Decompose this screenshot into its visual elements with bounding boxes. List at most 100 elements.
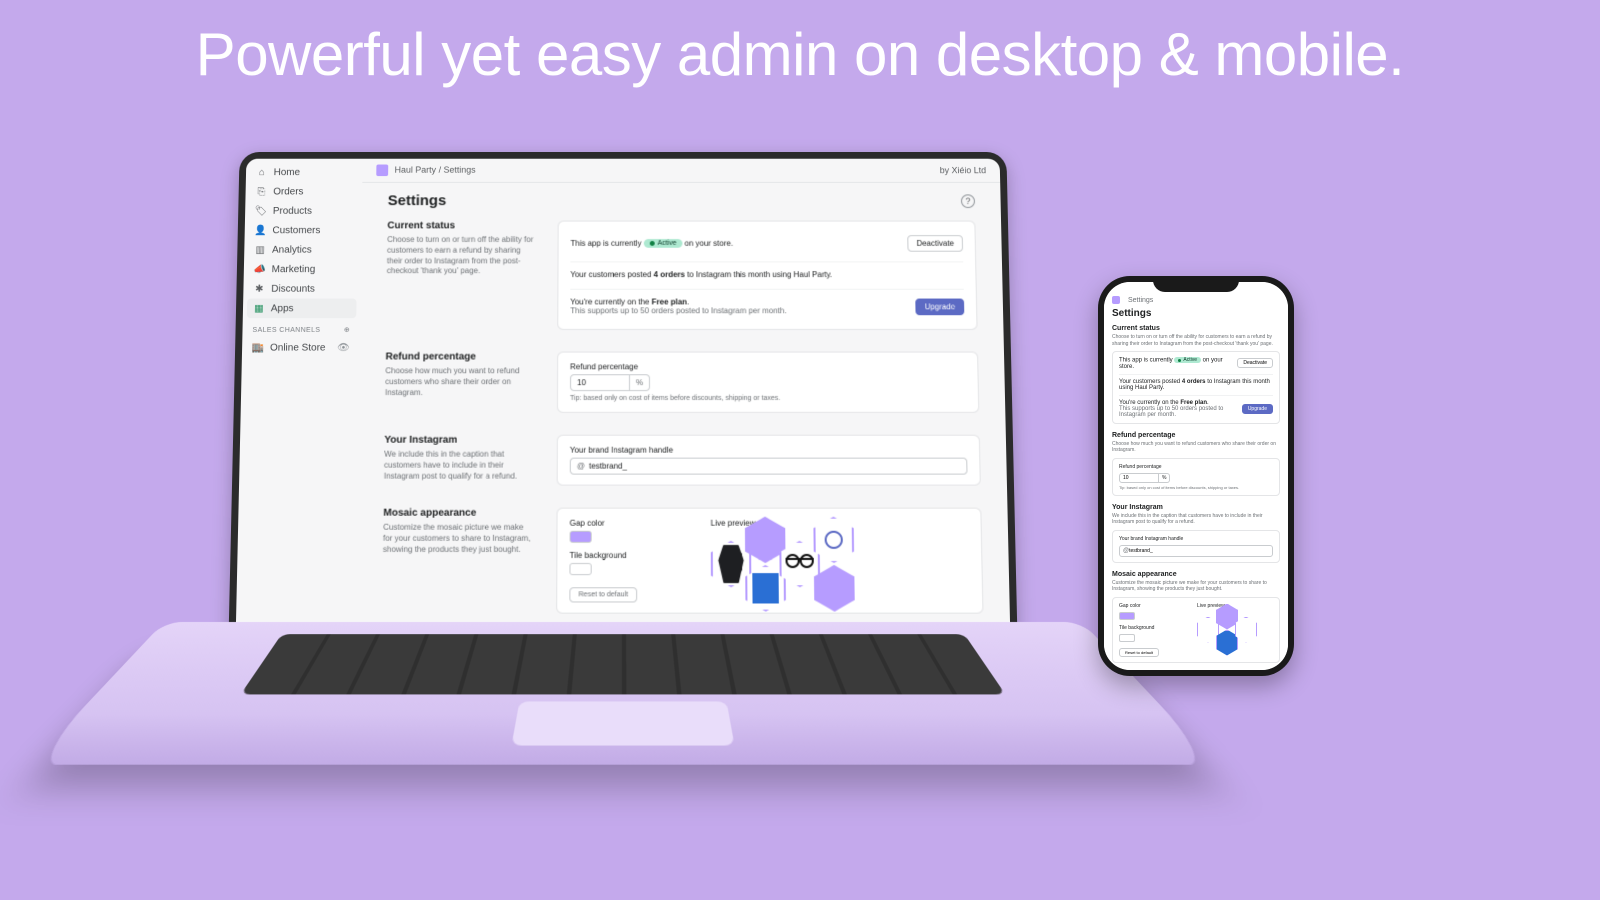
section-mosaic: Mosaic appearance Customize the mosaic p… — [1112, 571, 1280, 663]
add-channel-icon[interactable]: ⊕ — [344, 326, 350, 334]
sidebar-item-orders[interactable]: ⎘ Orders — [245, 182, 362, 201]
plan-line: You're currently on the Free plan. This … — [1119, 400, 1242, 418]
section-desc: Choose how much you want to refund custo… — [1112, 441, 1280, 454]
section-current-status: Current status Choose to turn on or turn… — [1112, 325, 1280, 424]
sidebar-item-customers[interactable]: 👤 Customers — [245, 221, 362, 240]
sidebar-item-label: Marketing — [272, 264, 316, 275]
instagram-label: Your brand Instagram handle — [1119, 536, 1273, 542]
section-heading: Refund percentage — [385, 352, 533, 363]
reset-to-default-button[interactable]: Reset to default — [1119, 648, 1159, 657]
section-desc: We include this in the caption that cust… — [384, 450, 533, 482]
mosaic-live-preview — [711, 531, 833, 602]
orders-icon: ⎘ — [255, 186, 267, 198]
store-icon: 🏬 — [252, 342, 264, 354]
gap-color-label: Gap color — [1119, 603, 1189, 609]
sidebar: ⌂ Home ⎘ Orders 🏷 Products 👤 Customers ▥ Anal… — [235, 159, 362, 644]
percent-suffix: % — [630, 374, 650, 391]
tile-bg-swatch[interactable] — [569, 563, 591, 575]
section-instagram: Your Instagram We include this in the ca… — [384, 435, 981, 486]
breadcrumb-app[interactable]: Haul Party — [395, 165, 437, 175]
person-icon: 👤 — [255, 224, 267, 236]
section-heading: Current status — [387, 221, 534, 232]
tile-bg-swatch[interactable] — [1119, 634, 1135, 642]
instagram-label: Your brand Instagram handle — [570, 446, 967, 455]
sidebar-item-marketing[interactable]: 📣Marketing — [244, 259, 361, 279]
discount-icon: ✱ — [253, 283, 265, 295]
upgrade-button[interactable]: Upgrade — [1242, 404, 1273, 414]
apps-icon: ▦ — [253, 302, 265, 314]
section-refund: Refund percentage Choose how much you wa… — [385, 352, 980, 413]
sidebar-item-label: Apps — [271, 303, 294, 314]
sidebar-item-label: Customers — [272, 225, 320, 236]
admin-app: ⌂ Home ⎘ Orders 🏷 Products 👤 Customers ▥ Anal… — [235, 159, 1010, 644]
analytics-icon: ▥ — [254, 244, 266, 256]
mosaic-live-preview — [1197, 612, 1257, 648]
section-desc: Choose how much you want to refund custo… — [385, 366, 533, 398]
gap-color-label: Gap color — [570, 519, 691, 528]
section-desc: Customize the mosaic picture we make for… — [383, 523, 533, 556]
status-line: This app is currently Active on your sto… — [570, 239, 733, 248]
status-badge: Active — [1174, 357, 1201, 363]
at-prefix: @ — [571, 462, 589, 471]
deactivate-button[interactable]: Deactivate — [907, 235, 963, 252]
instagram-handle-input[interactable] — [1129, 548, 1269, 554]
usage-line: Your customers posted 4 orders to Instag… — [570, 270, 832, 279]
sidebar-item-discounts[interactable]: ✱ Discounts — [243, 279, 361, 299]
section-current-status: Current status Choose to turn on or turn… — [386, 221, 978, 330]
sidebar-item-label: Home — [274, 167, 301, 178]
home-icon: ⌂ — [256, 166, 268, 178]
section-mosaic: Mosaic appearance Customize the mosaic p… — [382, 508, 984, 614]
refund-tip: Tip: based only on cost of items before … — [1119, 485, 1273, 490]
breadcrumb-page: Settings — [1128, 297, 1153, 304]
refund-input[interactable] — [1119, 473, 1159, 483]
instagram-handle-input[interactable] — [589, 459, 967, 474]
sidebar-item-label: Discounts — [271, 283, 315, 294]
breadcrumb: Settings — [1112, 296, 1280, 304]
page-title: Settings — [388, 193, 447, 209]
section-desc: Choose to turn on or turn off the abilit… — [387, 235, 534, 277]
reset-to-default-button[interactable]: Reset to default — [569, 587, 637, 602]
usage-line: Your customers posted 4 orders to Instag… — [1119, 379, 1273, 391]
section-desc: We include this in the caption that cust… — [1112, 513, 1280, 526]
sidebar-channel-online-store[interactable]: 🏬 Online Store 👁 — [242, 338, 360, 358]
upgrade-button[interactable]: Upgrade — [916, 298, 965, 315]
app-logo-icon — [376, 165, 388, 177]
status-line: This app is currently Active on your sto… — [1119, 357, 1237, 370]
refund-input[interactable] — [570, 374, 630, 391]
sidebar-item-home[interactable]: ⌂ Home — [246, 163, 363, 182]
page-title: Settings — [1112, 308, 1280, 319]
sidebar-item-label: Online Store — [270, 342, 331, 353]
sidebar-item-label: Products — [273, 206, 312, 217]
gap-color-swatch[interactable] — [570, 531, 592, 543]
sidebar-item-apps[interactable]: ▦ Apps — [247, 299, 357, 319]
sales-channels-label: SALES CHANNELS — [252, 326, 320, 333]
phone-mockup: Settings Settings Current status Choose … — [1098, 276, 1294, 676]
sidebar-item-label: Analytics — [272, 244, 312, 255]
sidebar-item-analytics[interactable]: ▥ Analytics — [244, 240, 361, 259]
refund-label: Refund percentage — [570, 362, 965, 371]
tag-icon: 🏷 — [255, 205, 267, 217]
vendor-label: by Xiéio Ltd — [940, 165, 987, 175]
app-logo-icon — [1112, 296, 1120, 304]
eye-icon[interactable]: 👁 — [337, 342, 350, 353]
sidebar-item-label: Orders — [273, 186, 303, 197]
section-refund: Refund percentage Choose how much you wa… — [1112, 432, 1280, 496]
percent-suffix: % — [1159, 473, 1170, 483]
section-desc: Customize the mosaic picture we make for… — [1112, 580, 1280, 593]
gap-color-swatch[interactable] — [1119, 612, 1135, 620]
sales-channels-heading: SALES CHANNELS ⊕ — [242, 318, 360, 338]
section-instagram: Your Instagram We include this in the ca… — [1112, 504, 1280, 563]
plan-line: You're currently on the Free plan. This … — [570, 298, 786, 316]
section-heading: Mosaic appearance — [1112, 571, 1280, 578]
section-heading: Mosaic appearance — [383, 508, 532, 519]
tile-bg-label: Tile background — [569, 551, 690, 560]
help-icon[interactable]: ? — [961, 194, 975, 208]
header-bar: Haul Party / Settings by Xiéio Ltd — [362, 159, 1000, 183]
section-heading: Your Instagram — [384, 435, 532, 446]
refund-tip: Tip: based only on cost of items before … — [570, 395, 966, 402]
tile-bg-label: Tile background — [1119, 625, 1189, 631]
deactivate-button[interactable]: Deactivate — [1237, 358, 1273, 368]
breadcrumb-page: Settings — [443, 165, 475, 175]
status-badge: Active — [644, 239, 683, 248]
sidebar-item-products[interactable]: 🏷 Products — [245, 201, 362, 220]
